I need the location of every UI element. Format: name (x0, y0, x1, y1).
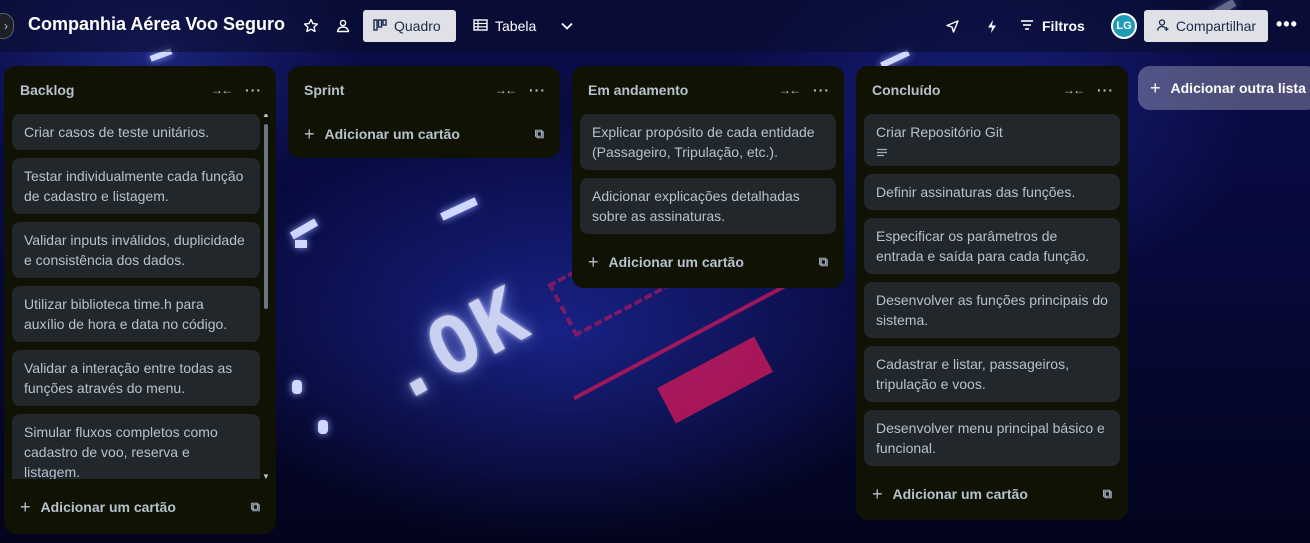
list-title[interactable]: Concluído (872, 82, 940, 98)
plus-icon: + (1150, 77, 1161, 98)
plus-icon: + (588, 251, 599, 272)
view-quadro-label: Quadro (394, 18, 441, 34)
table-icon (473, 18, 488, 34)
card[interactable]: Criar casos de teste unitários. (12, 114, 260, 150)
list-em-andamento: Em andamento →← ··· Explicar propósito d… (572, 66, 844, 288)
background-ok-text: .OK (367, 269, 546, 421)
filters-button[interactable]: Filtros (1020, 10, 1085, 42)
share-label: Compartilhar (1175, 18, 1257, 34)
card[interactable]: Validar inputs inválidos, duplicidade e … (12, 222, 260, 278)
card[interactable]: Desenvolver menu principal básico e func… (864, 410, 1120, 466)
card[interactable]: Criar Repositório Git (864, 114, 1120, 166)
list-menu-icon[interactable]: ··· (813, 82, 830, 98)
list-concluido: Concluído →← ··· Criar Repositório Git D… (856, 66, 1128, 520)
card[interactable]: Utilizar biblioteca time.h para auxílio … (12, 286, 260, 342)
card-title: Criar Repositório Git (876, 124, 1003, 140)
filter-icon (1020, 18, 1034, 34)
board-icon (373, 18, 387, 34)
card[interactable]: Adicionar explicações detalhadas sobre a… (580, 178, 836, 234)
collapse-icon[interactable]: →← (211, 83, 233, 97)
share-button[interactable]: Compartilhar (1144, 10, 1268, 42)
add-card-label: Adicionar um cartão (324, 126, 460, 142)
card-template-icon[interactable]: ⧉ (535, 126, 544, 142)
sidebar-toggle[interactable]: › (0, 13, 14, 39)
card[interactable]: Explicar propósito de cada entidade (Pas… (580, 114, 836, 170)
board-title[interactable]: Companhia Aérea Voo Seguro (28, 14, 285, 35)
add-person-icon (1156, 18, 1170, 35)
list-scrollbar[interactable]: ▲ ▼ (262, 114, 268, 479)
view-tabela-label: Tabela (495, 18, 537, 34)
card-template-icon[interactable]: ⧉ (819, 254, 828, 270)
add-card-row[interactable]: + Adicionar um cartão ⧉ (580, 242, 836, 282)
card-template-icon[interactable]: ⧉ (1103, 486, 1112, 502)
avatar[interactable]: LG (1111, 13, 1137, 39)
plus-icon: + (304, 123, 315, 144)
list-sprint: Sprint →← ··· + Adicionar um cartão ⧉ (288, 66, 560, 158)
add-card-row[interactable]: + Adicionar um cartão ⧉ (296, 114, 552, 154)
list-menu-icon[interactable]: ··· (1097, 82, 1114, 98)
add-list-button[interactable]: + Adicionar outra lista (1138, 66, 1310, 110)
star-icon[interactable] (299, 14, 323, 38)
people-icon[interactable] (331, 14, 355, 38)
filters-label: Filtros (1042, 18, 1085, 34)
plus-icon: + (20, 496, 31, 517)
card-template-icon[interactable]: ⧉ (251, 499, 260, 515)
card[interactable]: Simular fluxos completos como cadastro d… (12, 414, 260, 479)
lightning-icon[interactable] (980, 14, 1004, 38)
card[interactable]: Cadastrar e listar, passageiros, tripula… (864, 346, 1120, 402)
card[interactable]: Desenvolver as funções principais do sis… (864, 282, 1120, 338)
collapse-icon[interactable]: →← (495, 83, 517, 97)
add-card-label: Adicionar um cartão (892, 486, 1028, 502)
card[interactable]: Especificar os parâmetros de entrada e s… (864, 218, 1120, 274)
collapse-icon[interactable]: →← (779, 83, 801, 97)
description-icon (876, 148, 1108, 158)
list-title[interactable]: Backlog (20, 82, 74, 98)
add-card-label: Adicionar um cartão (40, 499, 176, 515)
list-title[interactable]: Sprint (304, 82, 344, 98)
card-scroll-area[interactable]: Criar casos de teste unitários. Testar i… (12, 114, 268, 479)
collapse-icon[interactable]: →← (1063, 83, 1085, 97)
card[interactable]: Validar a interação entre todas as funçõ… (12, 350, 260, 406)
view-quadro-button[interactable]: Quadro (363, 10, 456, 42)
add-card-row[interactable]: + Adicionar um cartão ⧉ (12, 487, 268, 527)
list-title[interactable]: Em andamento (588, 82, 688, 98)
add-card-label: Adicionar um cartão (608, 254, 744, 270)
list-menu-icon[interactable]: ··· (245, 82, 262, 98)
card[interactable]: Testar individualmente cada função de ca… (12, 158, 260, 214)
power-ups-icon[interactable] (940, 14, 964, 38)
add-list-label: Adicionar outra lista (1170, 80, 1306, 96)
card[interactable]: Definir assinaturas das funções. (864, 174, 1120, 210)
view-tabela-button[interactable]: Tabela (463, 10, 546, 42)
more-icon[interactable]: ••• (1276, 14, 1298, 35)
scroll-up-icon[interactable]: ▲ (262, 114, 268, 119)
board-header: › Companhia Aérea Voo Seguro Quadro Tabe… (0, 0, 1310, 52)
list-menu-icon[interactable]: ··· (529, 82, 546, 98)
list-backlog: Backlog →← ··· Criar casos de teste unit… (4, 66, 276, 534)
scroll-down-icon[interactable]: ▼ (262, 472, 268, 479)
chevron-down-icon[interactable] (555, 14, 579, 38)
plus-icon: + (872, 483, 883, 504)
add-card-row[interactable]: + Adicionar um cartão ⧉ (864, 474, 1120, 514)
